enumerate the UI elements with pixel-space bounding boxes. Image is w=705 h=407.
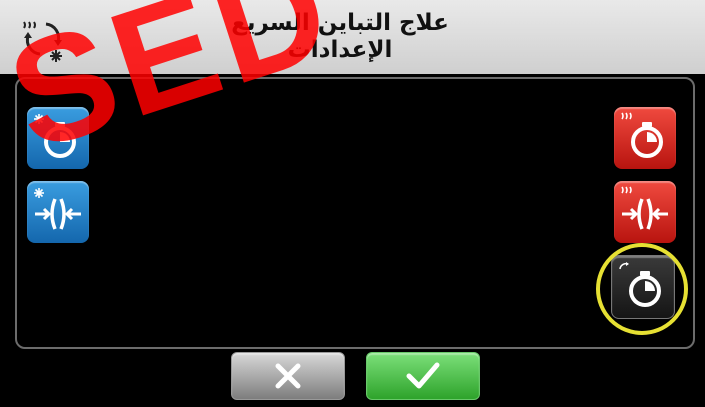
heat-timer-button[interactable] xyxy=(614,107,676,169)
title-line-2: الإعدادات xyxy=(287,37,393,63)
close-icon xyxy=(275,363,301,389)
selection-highlight-ring xyxy=(596,243,688,335)
cycle-heat-cool-icon xyxy=(23,21,62,62)
heat-contrast-button[interactable] xyxy=(614,181,676,243)
cool-contrast-button[interactable] xyxy=(27,181,89,243)
confirm-button[interactable] xyxy=(366,352,480,400)
snowflake-compress-icon xyxy=(34,188,81,230)
heat-compress-icon xyxy=(621,186,668,230)
mode-panel xyxy=(15,77,695,349)
header-bar: علاج التباين السريع الإعدادات xyxy=(0,0,705,74)
cool-timer-button[interactable] xyxy=(27,107,89,169)
page-title: علاج التباين السريع الإعدادات xyxy=(150,10,530,64)
heat-stopwatch-icon xyxy=(621,112,663,158)
checkmark-icon xyxy=(406,362,440,389)
title-line-1: علاج التباين السريع xyxy=(231,10,449,36)
snowflake-stopwatch-icon xyxy=(34,114,76,158)
cancel-button[interactable] xyxy=(231,352,345,400)
